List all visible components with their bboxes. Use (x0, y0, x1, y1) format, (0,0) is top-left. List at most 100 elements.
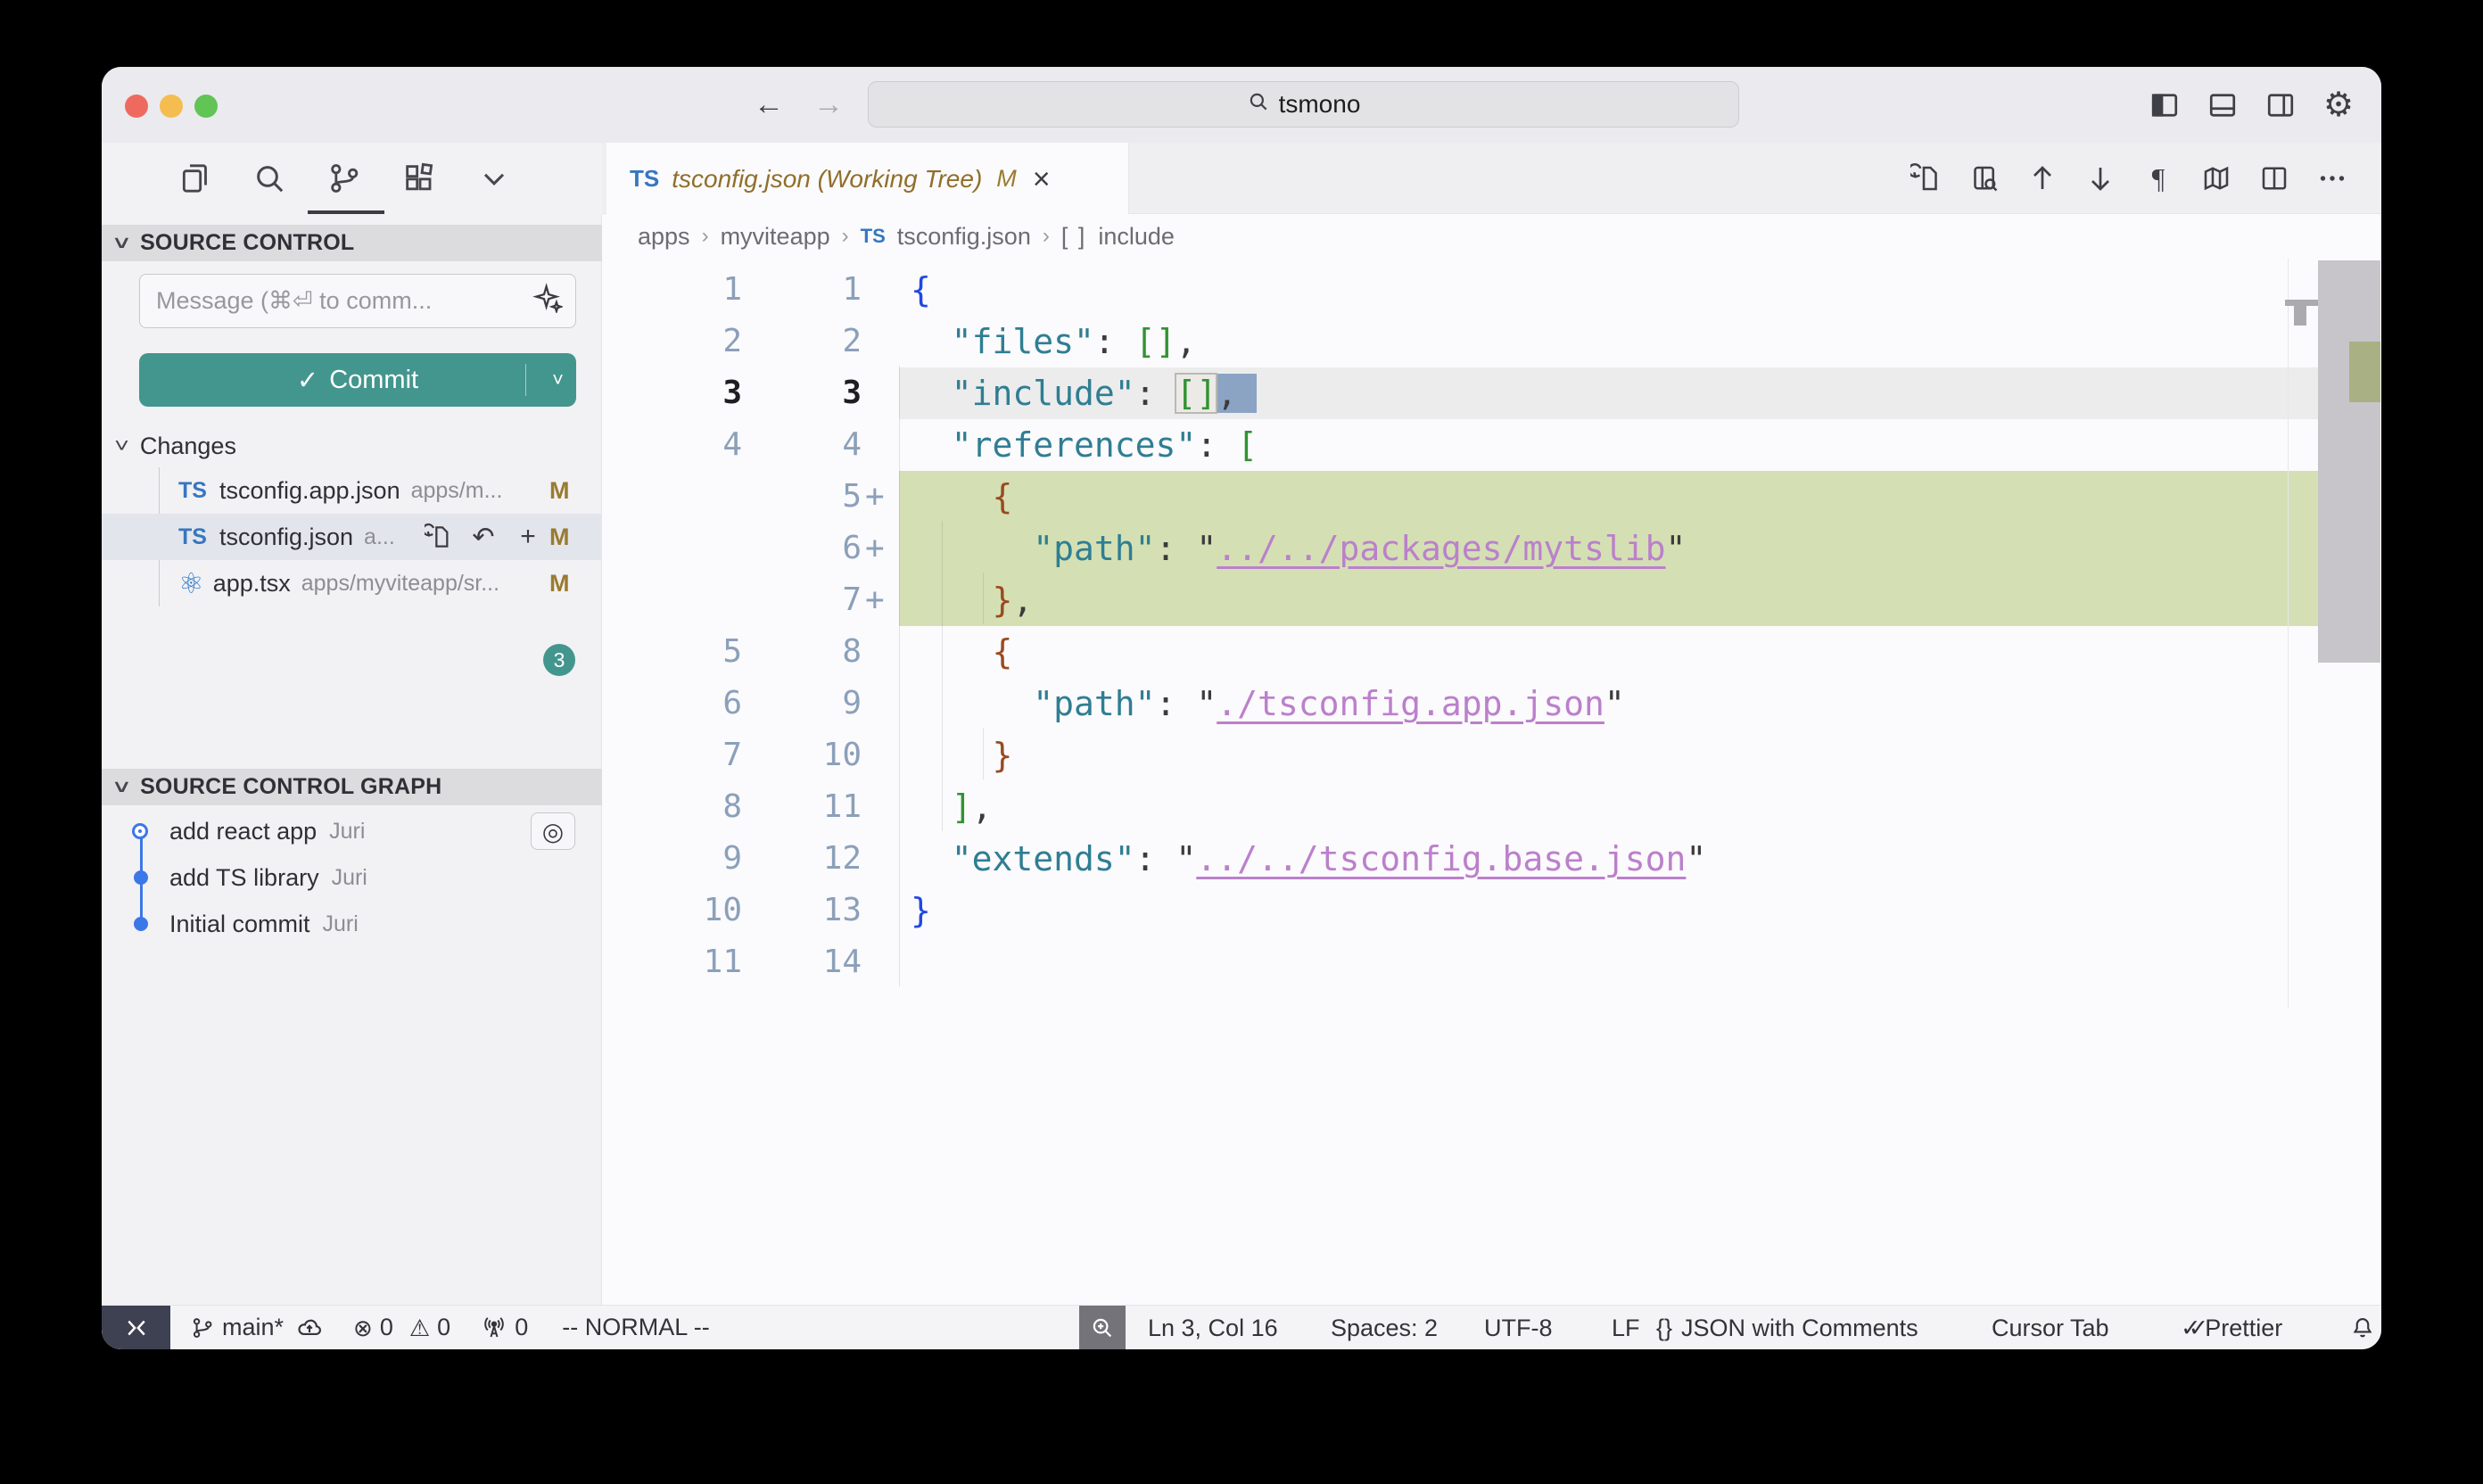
additional-views-chevron-icon[interactable] (474, 159, 514, 198)
changed-file-row[interactable]: ⚛app.tsxapps/myviteapp/sr...M (102, 560, 602, 606)
cursor-position: Ln 3, Col 16 (1148, 1315, 1278, 1342)
toggle-secondary-sidebar-icon[interactable] (2264, 89, 2297, 121)
cursor-tab-status-item[interactable]: Cursor Tab (1992, 1306, 2109, 1349)
formatter-status-item[interactable]: ✓✓ Prettier (2181, 1306, 2282, 1349)
breadcrumb-item-myviteapp[interactable]: myviteapp (721, 223, 830, 251)
breadcrumb: apps › myviteapp › TS tsconfig.json › [ … (602, 214, 2381, 259)
sparkle-ai-icon[interactable] (532, 283, 563, 319)
code-line[interactable]: 7+ }, (602, 574, 2318, 626)
code-line[interactable]: 6+ "path": "../../packages/mytslib" (602, 523, 2318, 574)
toggle-panel-icon[interactable] (2207, 89, 2239, 121)
breadcrumb-item-apps[interactable]: apps (638, 223, 690, 251)
ports-count: 0 (515, 1314, 528, 1341)
breadcrumb-item-include[interactable]: include (1098, 223, 1175, 251)
commit-button[interactable]: ✓ Commit ˅ (139, 353, 576, 407)
added-line-marker (862, 678, 899, 730)
code-line[interactable]: 69 "path": "./tsconfig.app.json" (602, 678, 2318, 730)
editor-scrollbar[interactable] (2318, 260, 2380, 663)
split-editor-icon[interactable] (2257, 161, 2291, 195)
code-line[interactable]: 58 { (602, 626, 2318, 678)
file-row-actions: ↶+ (423, 521, 544, 553)
open-file-icon[interactable] (423, 521, 455, 553)
language-mode-status-item[interactable]: {} JSON with Comments (1656, 1306, 1918, 1349)
active-view-indicator (308, 210, 384, 214)
changes-header[interactable]: ˅ Changes 3 (102, 428, 602, 464)
source-control-icon[interactable] (325, 159, 364, 198)
tab-tsconfig-working-tree[interactable]: TS tsconfig.json (Working Tree) M × (606, 143, 1129, 215)
commit-row[interactable]: add react appJuri◎ (102, 808, 602, 854)
errors-status-item[interactable]: ⊗ 0 (353, 1314, 393, 1341)
code-line[interactable]: 710 } (602, 730, 2318, 781)
explorer-icon[interactable] (175, 159, 214, 198)
zoom-magnifier-icon (1089, 1315, 1116, 1341)
added-line-marker (862, 316, 899, 367)
sync-status-item[interactable] (296, 1315, 323, 1341)
zoom-indicator[interactable] (1079, 1306, 1126, 1349)
code-line[interactable]: 1013} (602, 885, 2318, 936)
code-line[interactable]: 22 "files": [], (602, 316, 2318, 367)
code-line[interactable]: 1114 (602, 936, 2318, 988)
extensions-icon[interactable] (400, 159, 439, 198)
maximize-window-button[interactable] (194, 95, 218, 118)
commit-author: Juri (329, 819, 365, 845)
code-line[interactable]: 811 ], (602, 781, 2318, 833)
vim-mode-status-item[interactable]: -- NORMAL -- (562, 1314, 709, 1341)
code-area[interactable]: 11{22 "files": [],33 "include": [],44 "r… (602, 264, 2381, 988)
close-window-button[interactable] (125, 95, 148, 118)
open-changes-icon[interactable] (1910, 161, 1943, 195)
code-line[interactable]: 44 "references": [ (602, 419, 2318, 471)
line-number-old: 11 (602, 936, 742, 988)
cursor-position-status-item[interactable]: Ln 3, Col 16 (1148, 1306, 1278, 1349)
code-line[interactable]: 33 "include": [], (602, 367, 2318, 419)
indentation-status-item[interactable]: Spaces: 2 (1331, 1306, 1438, 1349)
commit-row[interactable]: add TS libraryJuri (102, 854, 602, 901)
commit-message-box (139, 274, 576, 328)
next-change-icon[interactable] (2083, 161, 2117, 195)
previous-change-icon[interactable] (2025, 161, 2059, 195)
preview-search-icon[interactable] (1967, 161, 2001, 195)
remote-indicator[interactable] (102, 1306, 170, 1350)
goto-current-commit-icon[interactable]: ◎ (531, 812, 575, 850)
code-line[interactable]: 912 "extends": "../../tsconfig.base.json… (602, 833, 2318, 885)
tab-modified-badge: M (996, 165, 1017, 193)
commit-message-input[interactable] (140, 287, 532, 315)
commit-row[interactable]: Initial commitJuri (102, 901, 602, 947)
toggle-whitespace-icon[interactable]: ¶ (2141, 161, 2175, 195)
typescript-file-icon: TS (178, 524, 207, 550)
toggle-primary-sidebar-icon[interactable] (2149, 89, 2181, 121)
source-control-section-header[interactable]: ˅ SOURCE CONTROL (102, 225, 602, 261)
source-control-graph-header[interactable]: ˅ SOURCE CONTROL GRAPH (102, 769, 602, 805)
added-line-marker (862, 936, 899, 988)
modified-badge: M (549, 477, 570, 505)
more-actions-icon[interactable] (2315, 161, 2349, 195)
notifications-status-item[interactable] (2349, 1306, 2376, 1349)
discard-changes-icon[interactable]: ↶ (467, 521, 499, 553)
titlebar: ← → tsmono (102, 67, 2381, 143)
line-number-new: 12 (742, 833, 862, 885)
tab-close-icon[interactable]: × (1033, 164, 1051, 194)
breadcrumb-item-tsconfig[interactable]: tsconfig.json (897, 223, 1031, 251)
code-line[interactable]: 5+ { (602, 471, 2318, 523)
braces-icon: {} (1656, 1315, 1672, 1342)
branch-status-item[interactable]: main* (190, 1314, 284, 1341)
commit-dropdown-chevron-icon[interactable]: ˅ (552, 353, 564, 407)
changed-file-row[interactable]: TStsconfig.app.jsonapps/m...M (102, 467, 602, 514)
ports-status-item[interactable]: 0 (481, 1314, 528, 1341)
minimize-window-button[interactable] (160, 95, 183, 118)
changed-file-row[interactable]: TStsconfig.jsona...↶+M (102, 514, 602, 560)
warnings-status-item[interactable]: ⚠ 0 (409, 1314, 450, 1341)
settings-gear-icon[interactable]: ⚙ (2322, 89, 2355, 121)
search-view-icon[interactable] (250, 159, 289, 198)
encoding-status-item[interactable]: UTF-8 (1484, 1306, 1553, 1349)
code-text: "files": [], (899, 316, 2318, 367)
eol-status-item[interactable]: LF (1612, 1306, 1640, 1349)
command-center-search[interactable]: tsmono (868, 81, 1739, 128)
language-mode: JSON with Comments (1681, 1315, 1918, 1342)
code-line[interactable]: 11{ (602, 264, 2318, 316)
code-text: } (899, 885, 2318, 936)
map-view-icon[interactable] (2199, 161, 2233, 195)
vscode-window: ← → tsmono (102, 67, 2381, 1349)
navigate-forward-icon[interactable]: → (811, 87, 846, 122)
stage-changes-icon[interactable]: + (512, 521, 544, 553)
navigate-back-icon[interactable]: ← (751, 87, 787, 122)
